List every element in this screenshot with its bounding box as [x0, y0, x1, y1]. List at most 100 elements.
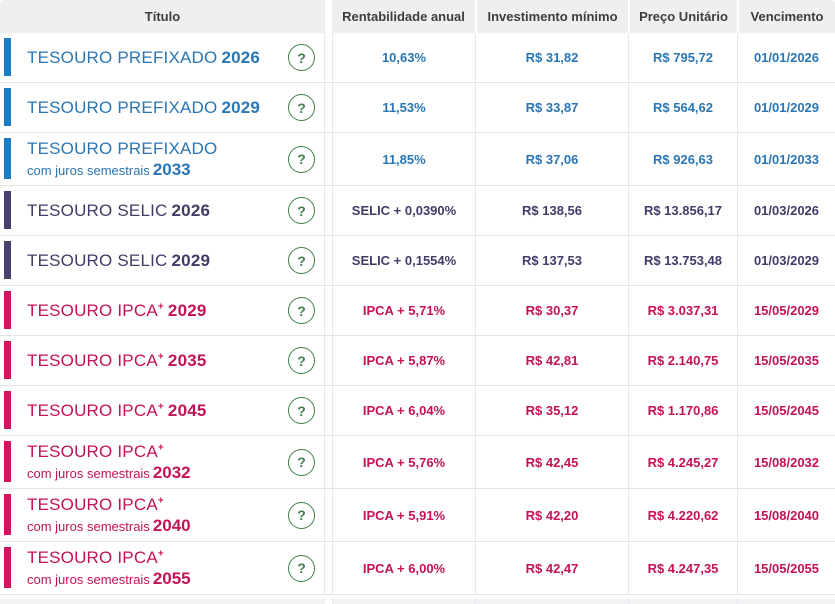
bond-name: TESOURO IPCA [27, 495, 158, 515]
column-gap [325, 186, 332, 236]
investimento-value: R$ 42,20 [475, 489, 628, 542]
vencimento-value: 15/08/2032 [737, 436, 835, 489]
column-gap [325, 133, 332, 186]
plus-superscript: + [157, 548, 164, 560]
preco-value: R$ 795,72 [628, 33, 737, 83]
investimento-value: R$ 137,53 [475, 236, 628, 286]
strip-cell [0, 599, 325, 604]
column-gap [325, 336, 332, 386]
help-button[interactable]: ? [288, 501, 315, 529]
help-button[interactable]: ? [288, 397, 315, 424]
column-header-titulo: Título [0, 0, 325, 33]
bond-title-line1: TESOURO IPCA+ 2035 [27, 351, 288, 370]
question-mark-icon: ? [297, 560, 306, 576]
help-button[interactable]: ? [288, 448, 315, 476]
bond-year: 2029 [167, 300, 207, 320]
bond-title-line1: TESOURO IPCA+ [27, 442, 288, 461]
vencimento-value: 01/03/2026 [737, 186, 835, 236]
investimento-value: R$ 42,81 [475, 336, 628, 386]
bond-title-line2: com juros semestrais 2033 [27, 160, 288, 179]
bond-title-line1: TESOURO IPCA+ [27, 548, 288, 567]
column-gap [325, 386, 332, 436]
row-accent-bar [4, 241, 11, 279]
vencimento-value: 01/03/2029 [737, 236, 835, 286]
bond-table-body: TESOURO PREFIXADO 2026 ? 10,63% R$ 31,82 … [0, 33, 835, 595]
table-row: TESOURO SELIC 2026 ? SELIC + 0,0390% R$ 1… [0, 186, 835, 236]
bond-title-cell: TESOURO SELIC 2029 ? [0, 236, 325, 286]
help-button[interactable]: ? [288, 94, 315, 121]
table-row: TESOURO SELIC 2029 ? SELIC + 0,1554% R$ 1… [0, 236, 835, 286]
rentabilidade-value: IPCA + 5,76% [332, 436, 475, 489]
help-button[interactable]: ? [288, 197, 315, 224]
question-mark-icon: ? [297, 302, 306, 319]
bond-title-cell: TESOURO PREFIXADO 2026 ? [0, 33, 325, 83]
rentabilidade-value: IPCA + 5,87% [332, 336, 475, 386]
bond-title-line1: TESOURO IPCA+ 2029 [27, 301, 288, 320]
strip-cell [628, 599, 737, 604]
vencimento-value: 01/01/2033 [737, 133, 835, 186]
investimento-value: R$ 33,87 [475, 83, 628, 133]
help-button[interactable]: ? [288, 297, 315, 324]
preco-value: R$ 4.245,27 [628, 436, 737, 489]
column-gap [325, 542, 332, 595]
column-header-vencimento: Vencimento [737, 0, 835, 33]
preco-value: R$ 13.856,17 [628, 186, 737, 236]
bond-title-cell: TESOURO IPCA+ com juros semestrais 2055 ? [0, 542, 325, 595]
column-gap [325, 436, 332, 489]
bond-title: TESOURO SELIC 2026 [27, 201, 288, 220]
question-mark-icon: ? [297, 252, 306, 269]
plus-superscript: + [157, 351, 164, 363]
question-mark-icon: ? [297, 352, 306, 369]
question-mark-icon: ? [297, 99, 306, 116]
question-mark-icon: ? [297, 151, 306, 167]
bond-title-line2: com juros semestrais 2055 [27, 569, 288, 588]
bond-title: TESOURO IPCA+ 2035 [27, 351, 288, 370]
bond-year: 2026 [221, 47, 261, 67]
bond-subtitle: com juros semestrais [27, 162, 150, 178]
help-button[interactable]: ? [288, 347, 315, 374]
vencimento-value: 15/05/2035 [737, 336, 835, 386]
help-button[interactable]: ? [288, 247, 315, 274]
strip-cell [332, 599, 475, 604]
bond-title-cell: TESOURO PREFIXADO 2029 ? [0, 83, 325, 133]
column-header-investimento: Investimento mínimo [475, 0, 628, 33]
preco-value: R$ 564,62 [628, 83, 737, 133]
column-gap [325, 33, 332, 83]
bond-title: TESOURO SELIC 2029 [27, 251, 288, 270]
bond-name: TESOURO IPCA [27, 350, 158, 370]
investimento-value: R$ 31,82 [475, 33, 628, 83]
bond-year: 2033 [152, 159, 191, 179]
rentabilidade-value: 11,53% [332, 83, 475, 133]
row-accent-bar [4, 341, 11, 379]
investimento-value: R$ 42,45 [475, 436, 628, 489]
bond-name: TESOURO PREFIXADO [27, 139, 218, 159]
column-header-preco: Preço Unitário [628, 0, 737, 33]
rentabilidade-value: SELIC + 0,1554% [332, 236, 475, 286]
rentabilidade-value: IPCA + 6,00% [332, 542, 475, 595]
bond-year: 2029 [221, 97, 261, 117]
bond-title: TESOURO PREFIXADO 2026 [27, 48, 288, 67]
preco-value: R$ 2.140,75 [628, 336, 737, 386]
bond-name: TESOURO IPCA [27, 548, 158, 568]
column-gap [325, 489, 332, 542]
bond-title-line1: TESOURO SELIC 2026 [27, 201, 288, 220]
bond-title-cell: TESOURO IPCA+ 2035 ? [0, 336, 325, 386]
help-button[interactable]: ? [288, 44, 315, 71]
next-section-strip [0, 599, 835, 604]
bond-title-line1: TESOURO IPCA+ 2045 [27, 401, 288, 420]
investimento-value: R$ 138,56 [475, 186, 628, 236]
table-row: TESOURO IPCA+ 2045 ? IPCA + 6,04% R$ 35,1… [0, 386, 835, 436]
strip-cell [737, 599, 835, 604]
bond-year: 2032 [152, 462, 191, 482]
preco-value: R$ 1.170,86 [628, 386, 737, 436]
strip-cell [475, 599, 628, 604]
help-button[interactable]: ? [288, 145, 315, 173]
bond-year: 2055 [152, 568, 191, 588]
bond-name: TESOURO SELIC [27, 200, 168, 220]
row-accent-bar [4, 391, 11, 429]
bond-year: 2029 [171, 250, 211, 270]
bond-title: TESOURO PREFIXADO 2029 [27, 98, 288, 117]
plus-superscript: + [157, 495, 164, 507]
help-button[interactable]: ? [288, 554, 315, 582]
table-row: TESOURO IPCA+ com juros semestrais 2055 ?… [0, 542, 835, 595]
